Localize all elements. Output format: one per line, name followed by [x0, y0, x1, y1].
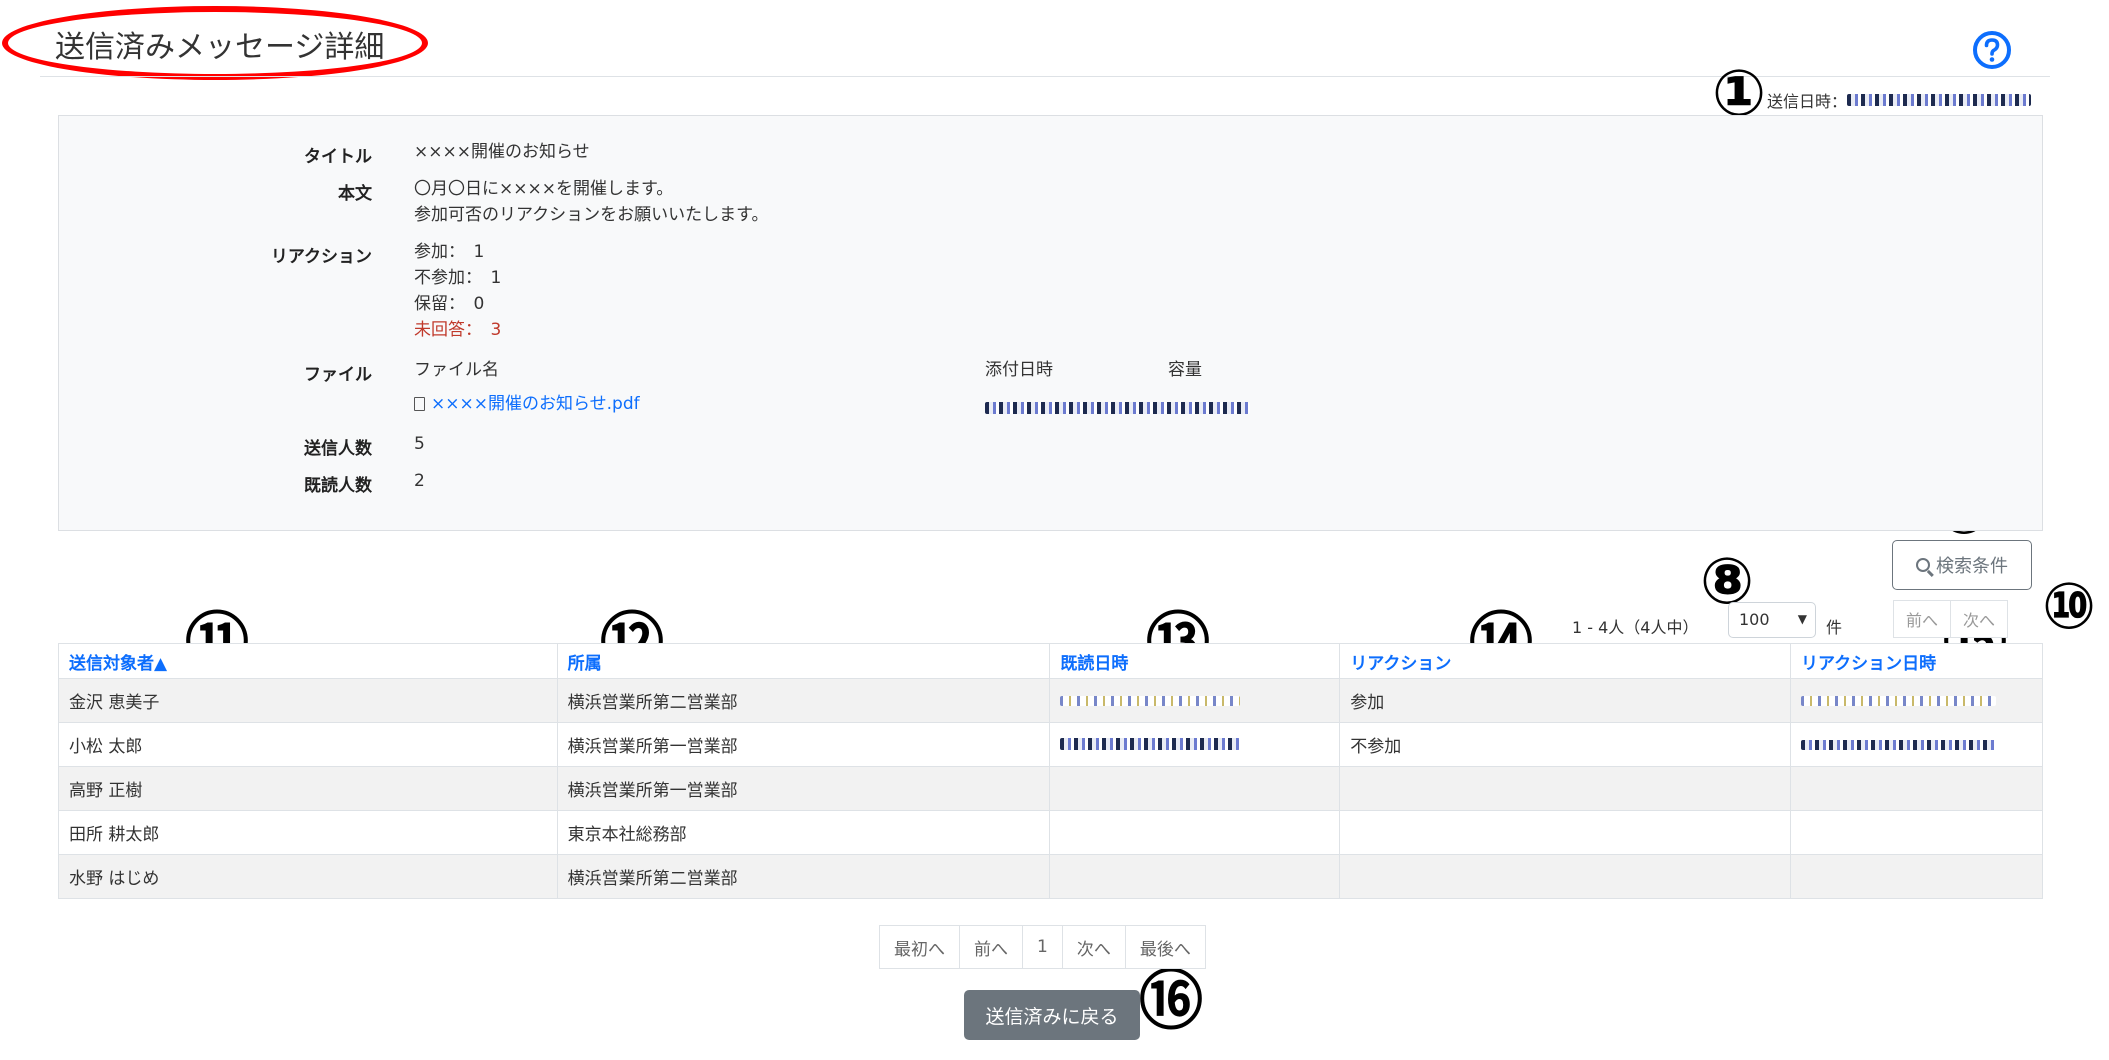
file-link[interactable]: ××××開催のお知らせ.pdf: [414, 391, 640, 417]
read-count-label: 既読人数: [304, 476, 372, 496]
table-row: 小松 太郎 横浜営業所第一営業部 不参加: [58, 722, 2044, 767]
sent-at-label: 送信日時：: [1766, 92, 1847, 111]
first-page-link[interactable]: 最初へ: [879, 925, 960, 969]
help-icon[interactable]: [1972, 30, 2012, 70]
chevron-down-icon: ▼: [1797, 612, 1807, 626]
sent-count-value: 5: [414, 434, 425, 454]
redacted-value: [1800, 695, 1996, 706]
reaction-decline: 不参加： 1: [414, 268, 502, 288]
search-conditions-button[interactable]: 検索条件: [1892, 540, 2032, 590]
body-line: 参加可否のリアクションをお願いいたします。: [414, 205, 769, 225]
search-icon: [1916, 558, 1930, 572]
recipient-name: 金沢 恵美子: [58, 678, 558, 723]
read-count-value: 2: [414, 471, 425, 491]
attached-date-header: 添付日時: [985, 360, 1053, 380]
message-detail-panel: [58, 115, 2043, 531]
recipient-name: 田所 耕太郎: [58, 810, 558, 855]
recipient-name: 小松 太郎: [58, 722, 558, 767]
title-value: ××××開催のお知らせ: [414, 142, 590, 162]
per-page-select[interactable]: 100 ▼: [1728, 602, 1816, 638]
recipient-department: 東京本社総務部: [556, 810, 1051, 855]
read-at-cell: [1049, 722, 1341, 767]
redacted-value: [1800, 739, 1996, 750]
reaction-cell: [1339, 854, 1791, 899]
column-header-recipient[interactable]: 送信対象者▲: [58, 643, 558, 679]
next-page-link[interactable]: 次へ: [1061, 925, 1126, 969]
reaction-hold: 保留： 0: [414, 294, 485, 314]
read-at-cell: [1049, 854, 1341, 899]
recipients-table: 送信対象者▲ 所属 既読日時 リアクション リアクション日時 金沢 恵美子 横浜…: [58, 643, 2044, 899]
table-row: 金沢 恵美子 横浜営業所第二営業部 参加: [58, 678, 2044, 723]
column-header-reaction-at[interactable]: リアクション日時: [1789, 643, 2044, 679]
sent-datetime: 送信日時：: [1767, 88, 2031, 112]
table-header-row: 送信対象者▲ 所属 既読日時 リアクション リアクション日時: [58, 643, 2044, 679]
reaction-at-cell: [1789, 766, 2044, 811]
back-to-sent-button[interactable]: 送信済みに戻る: [964, 990, 1140, 1040]
sent-count-label: 送信人数: [304, 439, 372, 459]
next-page-button[interactable]: 次へ: [1950, 600, 2008, 638]
reaction-cell: [1339, 810, 1791, 855]
search-button-label: 検索条件: [1936, 556, 2008, 577]
prev-page-link[interactable]: 前へ: [959, 925, 1023, 969]
title-label: タイトル: [304, 147, 372, 167]
reaction-at-cell: [1789, 854, 2044, 899]
recipient-department: 横浜営業所第一営業部: [556, 766, 1051, 811]
redacted-value: [1060, 737, 1241, 750]
table-row: 水野 はじめ 横浜営業所第二営業部: [58, 854, 2044, 899]
table-row: 高野 正樹 横浜営業所第一営業部: [58, 766, 2044, 811]
reaction-cell: 参加: [1339, 678, 1791, 723]
file-icon: [414, 397, 425, 411]
recipient-name: 水野 はじめ: [58, 854, 558, 899]
read-at-cell: [1049, 766, 1341, 811]
per-page-value: 100: [1739, 610, 1770, 629]
table-row: 田所 耕太郎 東京本社総務部: [58, 810, 2044, 855]
annotation-number-16: ⑯: [1139, 965, 1203, 1039]
recipient-department: 横浜営業所第一営業部: [556, 722, 1051, 767]
reaction-at-cell: [1789, 678, 2044, 723]
read-at-cell: [1049, 810, 1341, 855]
page-number[interactable]: 1: [1022, 925, 1063, 969]
last-page-link[interactable]: 最後へ: [1124, 925, 1206, 969]
reaction-unanswered: 未回答： 3: [414, 320, 502, 340]
pagination: 最初へ 前へ 1 次へ 最後へ: [879, 925, 1206, 969]
column-header-reaction[interactable]: リアクション: [1339, 643, 1791, 679]
recipient-department: 横浜営業所第二営業部: [556, 854, 1051, 899]
annotation-ellipse: [2, 6, 428, 80]
reaction-label: リアクション: [270, 247, 372, 267]
prev-page-button[interactable]: 前へ: [1893, 600, 1951, 638]
column-header-department[interactable]: 所属: [556, 643, 1051, 679]
file-name-header: ファイル名: [414, 360, 499, 380]
reaction-at-cell: [1789, 810, 2044, 855]
redacted-value: [1060, 695, 1241, 706]
reaction-cell: [1339, 766, 1791, 811]
body-line: 〇月〇日に××××を開催します。: [414, 179, 674, 199]
read-at-cell: [1049, 678, 1341, 723]
redacted-value: [985, 402, 1250, 414]
reaction-cell: 不参加: [1339, 722, 1791, 767]
reaction-at-cell: [1789, 722, 2044, 767]
recipient-department: 横浜営業所第二営業部: [556, 678, 1051, 723]
body-label: 本文: [338, 184, 372, 204]
annotation-number-10: ⑩: [2042, 570, 2097, 644]
per-page-unit: 件: [1826, 618, 1843, 637]
column-header-read-at[interactable]: 既読日時: [1049, 643, 1341, 679]
reaction-join: 参加： 1: [414, 242, 485, 262]
result-count: 1 - 4人（4人中）: [1572, 618, 1699, 637]
recipient-name: 高野 正樹: [58, 766, 558, 811]
file-label: ファイル: [304, 365, 372, 385]
redacted-value: [1847, 94, 2031, 106]
file-size-header: 容量: [1168, 360, 1202, 380]
file-name-link[interactable]: ××××開催のお知らせ.pdf: [431, 394, 640, 414]
